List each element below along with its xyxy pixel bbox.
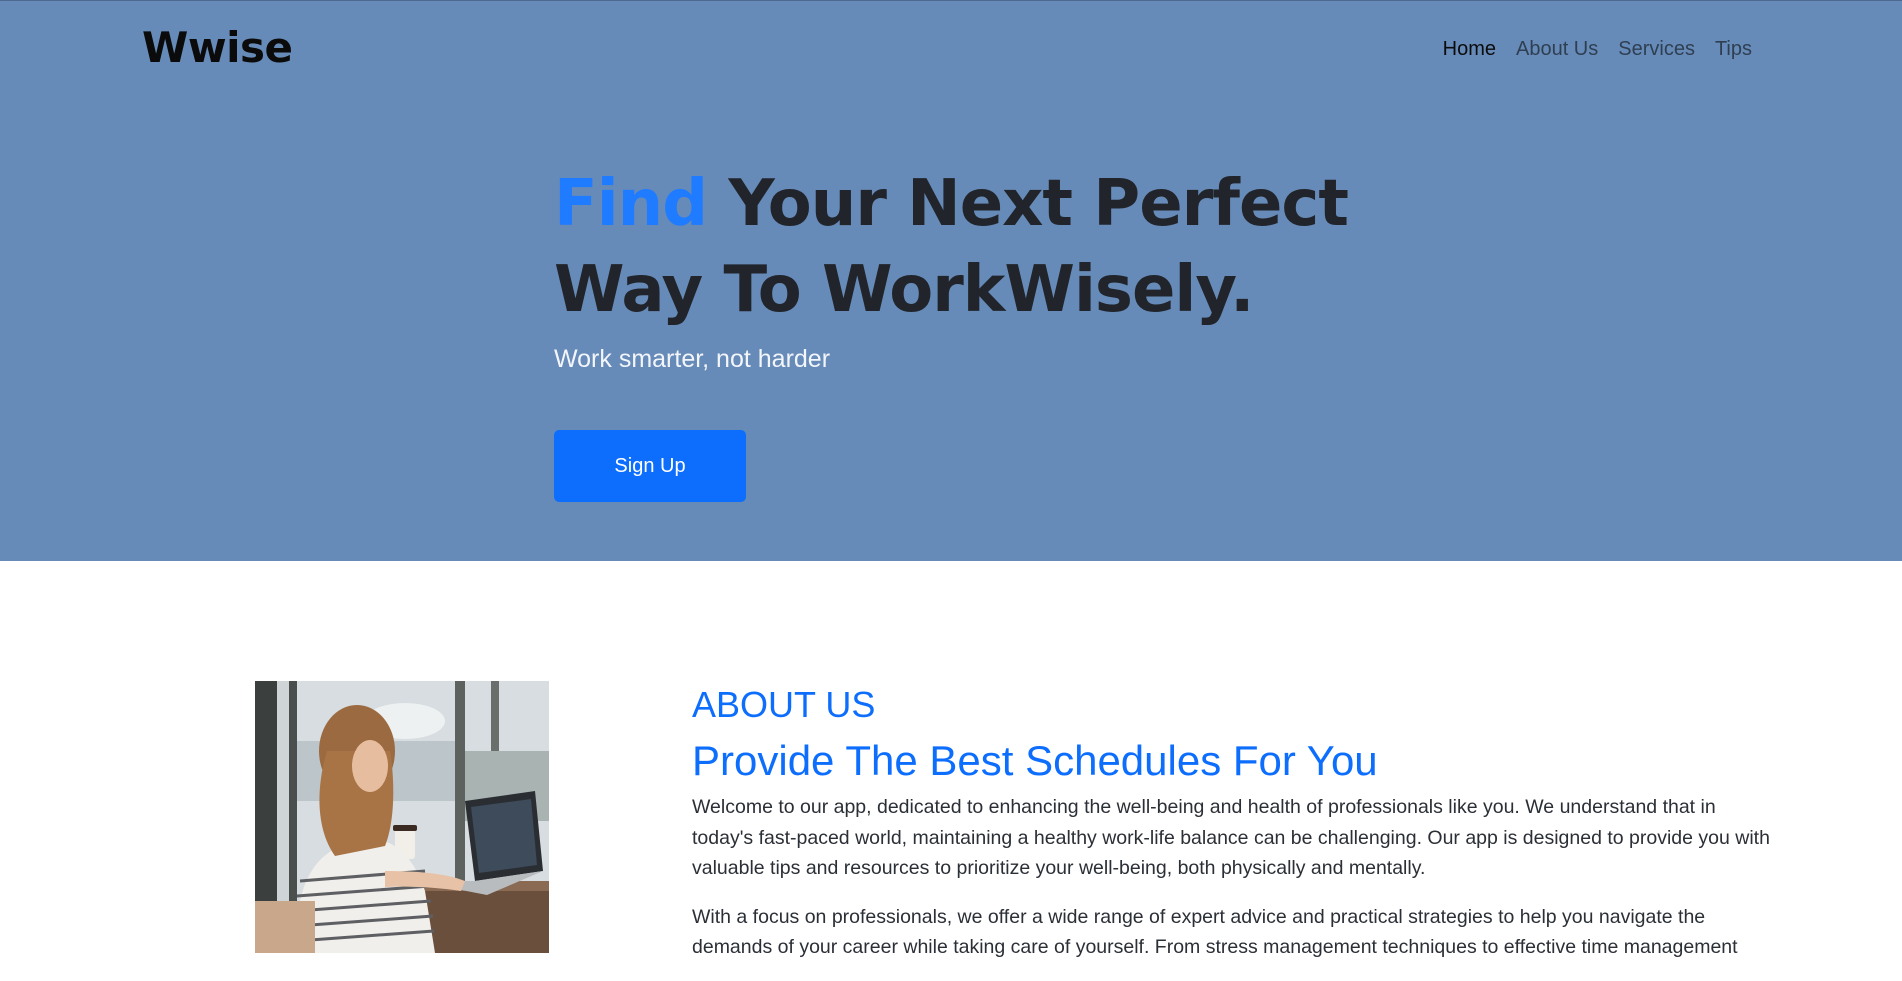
woman-laptop-illustration <box>255 681 549 953</box>
hero-subtitle: Work smarter, not harder <box>554 345 831 373</box>
nav-item-services[interactable]: Services <box>1618 38 1695 61</box>
about-photo <box>255 681 549 953</box>
about-section-title: Provide The Best Schedules For You <box>692 737 1378 784</box>
nav-item-tips[interactable]: Tips <box>1715 38 1752 61</box>
about-body: Welcome to our app, dedicated to enhanci… <box>692 792 1772 981</box>
about-paragraph-2: With a focus on professionals, we offer … <box>692 905 1738 959</box>
hero-section: Wwise Home About Us Services Tips Find Y… <box>0 0 1902 561</box>
about-section-tag: ABOUT US <box>692 684 876 725</box>
nav-item-home[interactable]: Home <box>1443 38 1496 61</box>
headline-accent-word: Find <box>554 167 708 241</box>
sign-up-button[interactable]: Sign Up <box>554 430 746 502</box>
hero-headline: Find Your Next Perfect Way To WorkWisely… <box>554 161 1454 333</box>
nav-item-about-us[interactable]: About Us <box>1516 38 1598 61</box>
main-nav: Home About Us Services Tips <box>1443 38 1752 61</box>
about-paragraph-1: Welcome to our app, dedicated to enhanci… <box>692 796 1770 879</box>
brand-logo[interactable]: Wwise <box>142 23 293 72</box>
